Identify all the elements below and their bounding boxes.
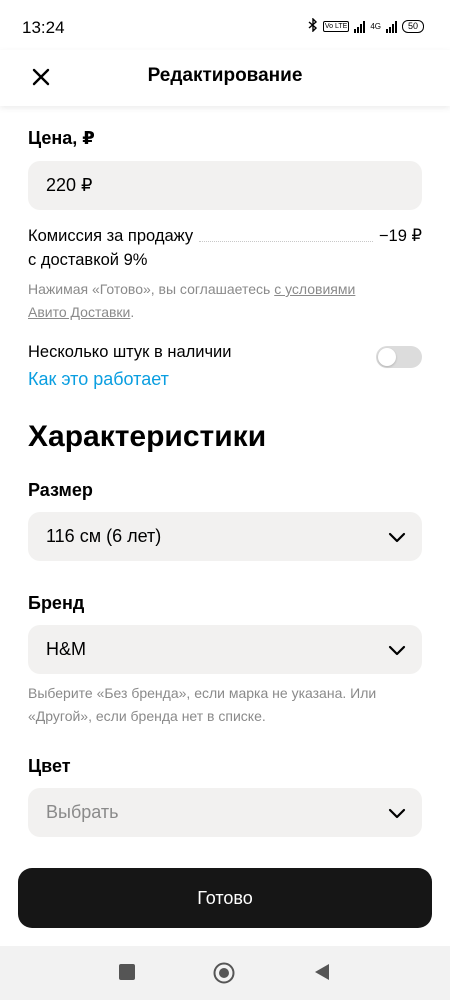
- system-nav-bar: [0, 946, 450, 1000]
- price-value: 220 ₽: [46, 175, 93, 195]
- terms-link-conditions[interactable]: с условиями: [274, 281, 355, 297]
- terms-link-delivery[interactable]: Авито Доставки: [28, 304, 130, 320]
- characteristics-title: Характеристики: [28, 420, 267, 453]
- brand-value: H&M: [46, 639, 86, 659]
- how-it-works-link[interactable]: Как это работает: [28, 369, 169, 390]
- size-value: 116 см (6 лет): [46, 526, 162, 546]
- brand-label: Бренд: [28, 593, 85, 613]
- toggle-knob: [378, 348, 396, 366]
- multiple-items-toggle[interactable]: [376, 346, 422, 368]
- done-button[interactable]: Готово: [18, 868, 432, 928]
- network-type: 4G: [370, 21, 381, 31]
- commission-value: −19 ₽: [378, 227, 422, 245]
- color-select[interactable]: Выбрать: [28, 788, 422, 837]
- size-label: Размер: [28, 480, 93, 500]
- page-title: Редактирование: [147, 65, 303, 86]
- status-bar: 13:24 Vo LTE 4G 50: [0, 0, 450, 50]
- price-input[interactable]: 220 ₽: [28, 161, 422, 210]
- chevron-down-icon: [388, 804, 406, 827]
- price-label: Цена, ₽: [28, 128, 95, 148]
- multiple-items-label: Несколько штук в наличии: [28, 343, 232, 361]
- chevron-down-icon: [388, 641, 406, 664]
- status-icons: Vo LTE 4G 50: [308, 17, 424, 35]
- signal-icon-2: [385, 20, 397, 33]
- commission-label-line2: с доставкой 9%: [28, 251, 148, 269]
- brand-hint: Выберите «Без бренда», если марка не ука…: [28, 685, 377, 724]
- color-placeholder: Выбрать: [46, 802, 119, 822]
- circle-home-icon[interactable]: [213, 962, 235, 989]
- commission-label: Комиссия за продажу: [28, 227, 194, 245]
- bluetooth-icon: [308, 17, 318, 35]
- brand-select[interactable]: H&M: [28, 625, 422, 674]
- size-select[interactable]: 116 см (6 лет): [28, 512, 422, 561]
- terms-suffix: .: [130, 304, 135, 320]
- color-label: Цвет: [28, 756, 71, 776]
- terms-prefix: Нажимая «Готово», вы соглашаетесь: [28, 281, 275, 297]
- chevron-down-icon: [388, 528, 406, 551]
- status-time: 13:24: [22, 18, 65, 37]
- square-recents-icon[interactable]: [118, 963, 136, 986]
- battery-icon: 50: [401, 20, 424, 33]
- volte-badge: Vo LTE: [322, 21, 350, 32]
- commission-info: Комиссия за продажу −19 ₽ с доставкой 9%: [28, 224, 422, 272]
- dotted-leader: [199, 241, 373, 242]
- triangle-back-icon[interactable]: [313, 963, 331, 986]
- signal-icon: [354, 20, 366, 33]
- terms-text: Нажимая «Готово», вы соглашаетесь с усло…: [28, 278, 422, 324]
- app-header: Редактирование: [0, 50, 450, 106]
